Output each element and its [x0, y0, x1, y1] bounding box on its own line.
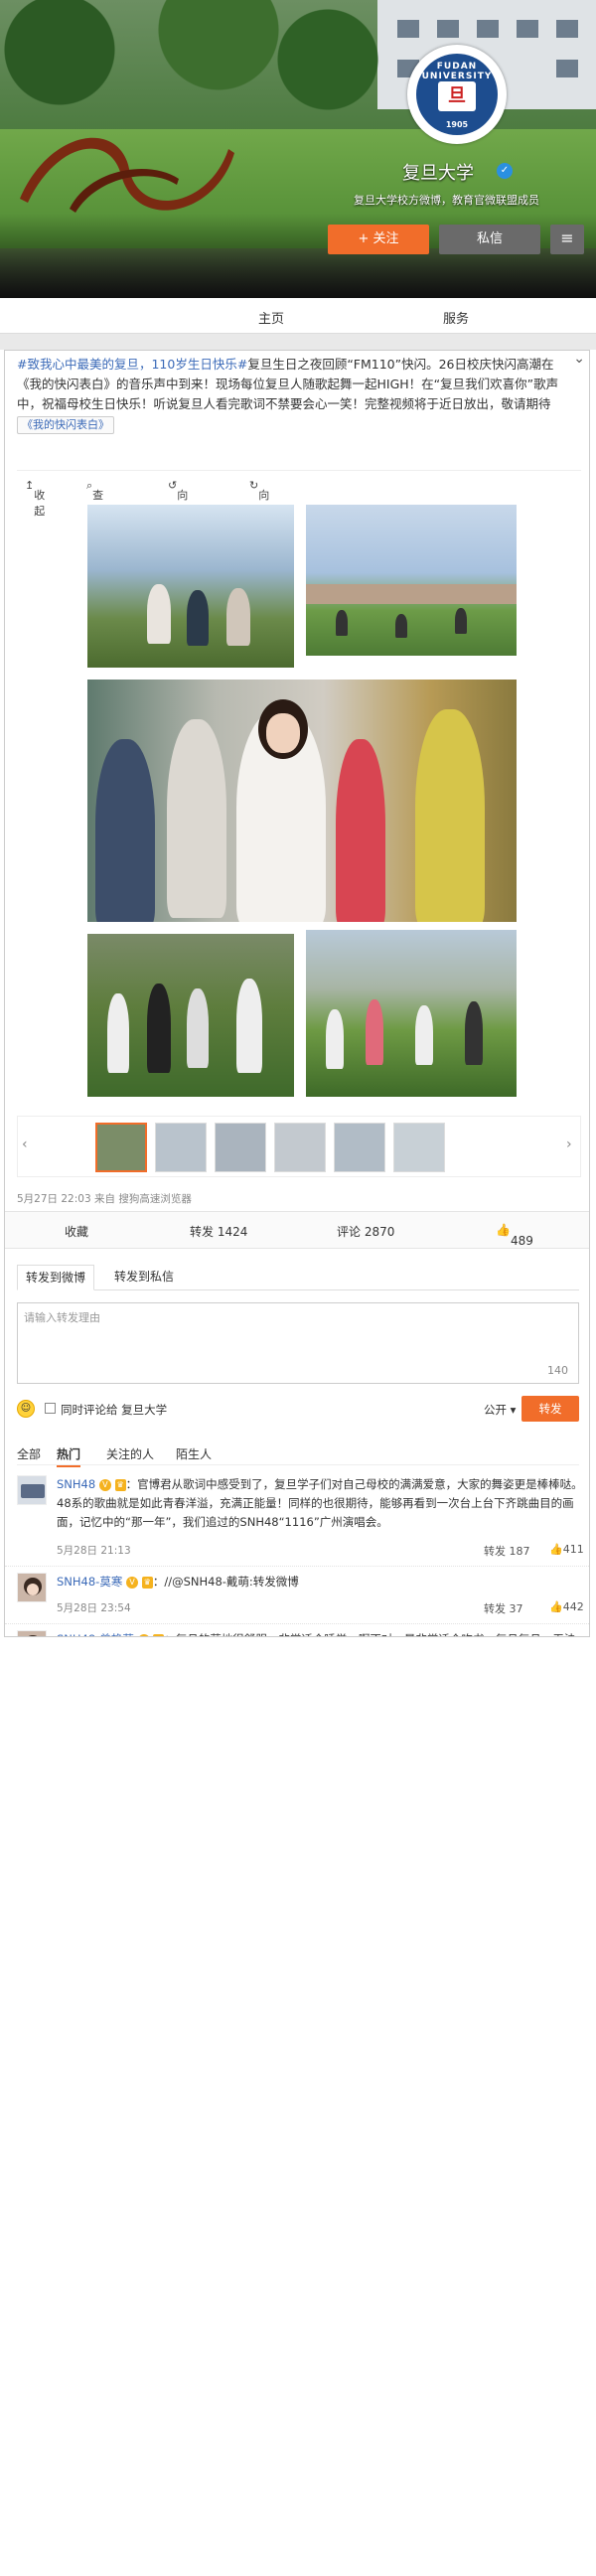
repost-time: 5月28日 21:13: [57, 1545, 131, 1557]
thumbnail[interactable]: [334, 1123, 385, 1172]
verified-icon: ✓: [497, 163, 513, 179]
profile-tabs: 主页 服务: [0, 298, 596, 334]
thumbnail[interactable]: [274, 1123, 326, 1172]
like-button[interactable]: 👍 489: [496, 1223, 533, 1248]
repost-text: SNH48-曾艳芬 V ♛：复旦的草地很舒服，非常适合睡觉，啊不对，是非常适合吃…: [57, 1630, 583, 1636]
sculpture-image: [20, 137, 234, 213]
profile-cover: FUDAN UNIVERSITY 旦 1905 复旦大学 ✓ 复旦大学校方微博，…: [0, 0, 596, 298]
forward-options: ☺ 同时评论给 复旦大学 公开 ▾ 转发: [17, 1396, 579, 1426]
verified-icon: V: [98, 1478, 111, 1491]
avatar[interactable]: [17, 1630, 47, 1636]
thumbnail[interactable]: [95, 1123, 147, 1172]
filter-followed[interactable]: 关注的人: [106, 1445, 154, 1462]
filter-all[interactable]: 全部: [17, 1445, 41, 1462]
follow-button[interactable]: + 关注: [328, 225, 429, 254]
repost-item: SNH48 V ♛ ：官博君从歌词中感受到了，复旦学子们对自己母校的满满爱意，大家…: [5, 1469, 589, 1567]
also-comment-checkbox[interactable]: [45, 1403, 56, 1414]
tab-home[interactable]: 主页: [258, 308, 284, 327]
video-link[interactable]: 《我的快闪表白》: [17, 416, 114, 434]
like-count: 489: [510, 1234, 533, 1248]
collage-photo-field: [303, 927, 520, 1100]
view-large-button[interactable]: ⌕ 查看大图: [86, 479, 103, 549]
post-actions: 收藏 转发 1424 评论 2870 👍 489: [5, 1211, 589, 1249]
repost-item: SNH48-莫寒 V ♛ ：//@SNH48-戴萌:转发微博 5月28日 23:54…: [5, 1567, 589, 1624]
repost-forward-button[interactable]: 转发 37: [484, 1600, 523, 1616]
level-badge-icon: ♛: [153, 1633, 165, 1636]
char-count: 140: [547, 1364, 568, 1377]
tab-service[interactable]: 服务: [443, 308, 469, 327]
avatar[interactable]: [17, 1475, 47, 1505]
collect-button[interactable]: 收藏: [65, 1223, 88, 1240]
profile-bio: 复旦大学校方微博，教育官微联盟成员: [354, 194, 539, 207]
chevron-right-icon[interactable]: ›: [566, 1136, 572, 1152]
collage-photo-dancers: [84, 677, 520, 925]
forward-reason-input[interactable]: 请输入转发理由 140: [17, 1302, 579, 1384]
repost-filter: 全部 热门 关注的人 陌生人: [17, 1441, 579, 1467]
visibility-select[interactable]: 公开 ▾: [484, 1402, 516, 1418]
tab-forward-message[interactable]: 转发到私信: [106, 1265, 182, 1290]
repost-time: 5月28日 23:54: [57, 1602, 131, 1614]
repost-content: ：复旦的草地很舒服，非常适合睡觉，啊不对，是非常适合吃书，复旦复旦，无法解释我居…: [57, 1632, 575, 1636]
repost-like-count: 411: [562, 1543, 584, 1556]
repost-item: SNH48-曾艳芬 V ♛：复旦的草地很舒服，非常适合睡觉，啊不对，是非常适合吃…: [5, 1624, 589, 1636]
forward-button[interactable]: 转发 1424: [190, 1223, 247, 1240]
collage-photo-lawn: [303, 502, 520, 659]
comment-button[interactable]: 评论 2870: [337, 1223, 394, 1240]
filter-stranger[interactable]: 陌生人: [176, 1445, 212, 1462]
thumbnail-strip: ‹ ›: [17, 1116, 581, 1177]
avatar[interactable]: [17, 1573, 47, 1602]
repost-forward-button[interactable]: 转发 187: [484, 1543, 530, 1559]
level-badge-icon: ♛: [141, 1576, 153, 1589]
repost-user-link[interactable]: SNH48: [57, 1477, 95, 1491]
repost-content: ：官博君从歌词中感受到了，复旦学子们对自己母校的满满爱意，大家的舞姿更是棒棒哒。…: [57, 1477, 583, 1529]
profile-name: 复旦大学: [402, 163, 474, 184]
send-forward-button[interactable]: 转发: [522, 1396, 579, 1422]
thumbnail[interactable]: [393, 1123, 445, 1172]
verified-icon: V: [137, 1633, 150, 1636]
image-toolbar: ↥ 收起 ⌕ 查看大图 ↺ 向左旋转 ↻ 向右旋转: [17, 470, 581, 549]
collage-photo-building: [84, 502, 297, 671]
rotate-left-button[interactable]: ↺ 向左旋转: [168, 479, 188, 549]
repost-like-count: 442: [562, 1600, 584, 1613]
message-button[interactable]: 私信: [439, 225, 540, 254]
logo-emblem: 旦: [438, 81, 476, 111]
forward-placeholder: 请输入转发理由: [24, 1311, 100, 1324]
chevron-left-icon[interactable]: ‹: [22, 1136, 28, 1152]
chevron-down-icon[interactable]: ⌄: [573, 351, 585, 367]
collapse-button[interactable]: ↥ 收起: [25, 479, 45, 518]
post-text: #致我心中最美的复旦，110岁生日快乐#复旦生日之夜回顾“FM110”快闪。26…: [17, 355, 573, 434]
collage-photo-crowd: [84, 931, 297, 1100]
more-menu-icon[interactable]: ≡: [550, 225, 584, 254]
level-badge-icon: ♛: [114, 1478, 126, 1491]
emoji-icon[interactable]: ☺: [17, 1400, 35, 1418]
rotate-right-button[interactable]: ↻ 向右旋转: [249, 479, 269, 549]
university-logo[interactable]: FUDAN UNIVERSITY 旦 1905: [407, 45, 507, 144]
repost-user-link[interactable]: SNH48-曾艳芬: [57, 1632, 134, 1636]
repost-text: SNH48 V ♛ ：官博君从歌词中感受到了，复旦学子们对自己母校的满满爱意，大家…: [57, 1475, 583, 1532]
weibo-post: ⌄ #致我心中最美的复旦，110岁生日快乐#复旦生日之夜回顾“FM110”快闪。…: [4, 350, 590, 1637]
post-photo[interactable]: [84, 502, 522, 1106]
repost-like-button[interactable]: 👍442: [549, 1600, 584, 1613]
divider: [0, 334, 596, 350]
thumbnail[interactable]: [215, 1123, 266, 1172]
hashtag-link[interactable]: #致我心中最美的复旦，110岁生日快乐#: [17, 357, 247, 372]
verified-icon: V: [126, 1576, 138, 1589]
filter-hot[interactable]: 热门: [57, 1445, 81, 1467]
repost-like-button[interactable]: 👍411: [549, 1543, 584, 1556]
logo-year: 1905: [445, 120, 469, 129]
forward-tabs: 转发到微博 转发到私信: [17, 1265, 579, 1290]
repost-content: ：//@SNH48-戴萌:转发微博: [152, 1575, 299, 1589]
repost-user-link[interactable]: SNH48-莫寒: [57, 1575, 122, 1589]
repost-text: SNH48-莫寒 V ♛ ：//@SNH48-戴萌:转发微博: [57, 1573, 583, 1591]
logo-text: FUDAN UNIVERSITY: [421, 62, 493, 81]
thumbnail[interactable]: [155, 1123, 207, 1172]
post-meta: 5月27日 22:03 来自 搜狗高速浏览器: [17, 1193, 192, 1205]
tab-forward-weibo[interactable]: 转发到微博: [17, 1265, 95, 1290]
also-comment-label: 同时评论给 复旦大学: [61, 1403, 168, 1417]
